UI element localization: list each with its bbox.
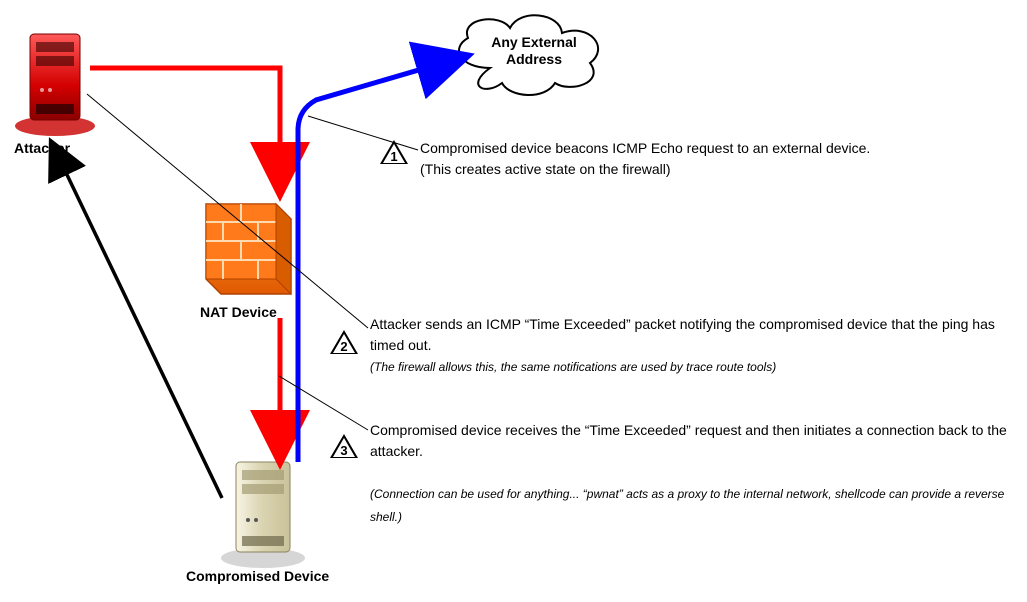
step-3-line2: (Connection can be used for anything... … [370,487,1004,524]
step-1-triangle: 1 [380,140,408,164]
compromised-icon [221,462,305,568]
step-1-line2: (This creates active state on the firewa… [420,161,671,177]
cloud-label-line2: Address [506,51,562,67]
step-3-number: 3 [338,443,350,458]
step-1-text: Compromised device beacons ICMP Echo req… [420,138,980,180]
nat-icon [206,204,291,294]
step-3-line1: Compromised device receives the “Time Ex… [370,422,1007,459]
step-2-number: 2 [338,339,350,354]
step-2-line1: Attacker sends an ICMP “Time Exceeded” p… [370,316,995,353]
step-2-line2: (The firewall allows this, the same noti… [370,360,776,374]
diagram-stage: Attacker Any External Address NAT Device… [0,0,1027,602]
arrow-device-to-attacker [58,156,222,498]
arrow-device-to-cloud [298,62,446,462]
cloud-label-line1: Any External [491,34,577,50]
nat-label: NAT Device [200,304,277,320]
step-3-text: Compromised device receives the “Time Ex… [370,420,1010,528]
compromised-label: Compromised Device [186,568,329,584]
callout-line-2 [87,94,368,328]
step-2-text: Attacker sends an ICMP “Time Exceeded” p… [370,314,1020,377]
callout-line-3 [279,376,368,430]
step-2-triangle: 2 [330,330,358,354]
arrow-attacker-to-nat [90,68,280,172]
cloud-label: Any External Address [474,34,594,68]
step-1-number: 1 [388,149,400,164]
attacker-icon [15,34,95,136]
attacker-label: Attacker [14,140,70,156]
step-1-line1: Compromised device beacons ICMP Echo req… [420,140,870,156]
step-3-triangle: 3 [330,434,358,458]
